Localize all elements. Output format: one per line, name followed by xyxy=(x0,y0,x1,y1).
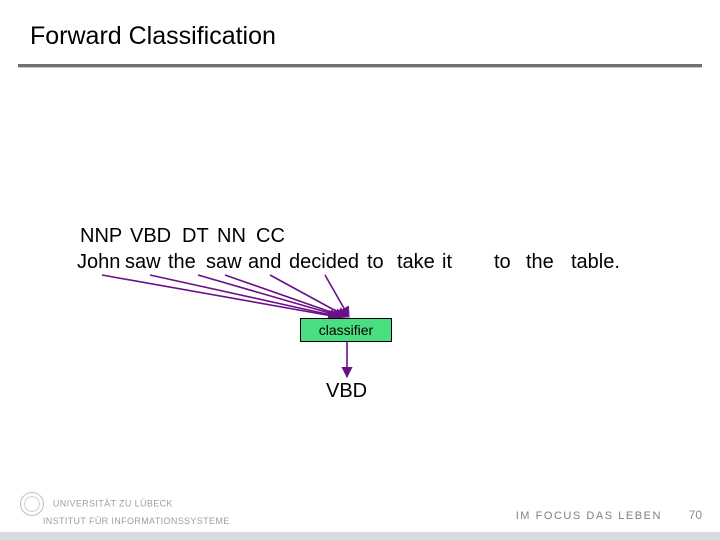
word-the1: the xyxy=(168,251,196,274)
tag-vbd: VBD xyxy=(130,225,171,248)
tag-dt: DT xyxy=(182,225,209,248)
diagram-stage: NNP VBD DT NN CC John saw the saw and de… xyxy=(0,0,720,540)
uni-name: UNIVERSITÄT ZU LÜBECK xyxy=(53,498,173,508)
arrow-in-6 xyxy=(325,275,349,317)
arrow-in-5 xyxy=(270,275,347,317)
word-it: it xyxy=(442,251,452,274)
classifier-box: classifier xyxy=(300,318,392,342)
word-to1: to xyxy=(367,251,384,274)
institute-name: INSTITUT FÜR INFORMATIONSSYSTEME xyxy=(43,516,230,526)
word-saw2: saw xyxy=(206,251,242,274)
arrow-in-1 xyxy=(102,275,338,317)
word-saw1: saw xyxy=(125,251,161,274)
word-to2: to xyxy=(494,251,511,274)
tag-nn: NN xyxy=(217,225,246,248)
tag-cc: CC xyxy=(256,225,285,248)
word-john: John xyxy=(77,251,120,274)
motto: IM FOCUS DAS LEBEN xyxy=(516,510,662,522)
seal-icon xyxy=(20,492,44,516)
word-decided: decided xyxy=(289,251,359,274)
word-the2: the xyxy=(526,251,554,274)
tag-nnp: NNP xyxy=(80,225,122,248)
arrow-in-3 xyxy=(198,275,343,317)
footer-bar xyxy=(0,532,720,540)
word-and: and xyxy=(248,251,281,274)
word-table: table. xyxy=(571,251,620,274)
arrow-in-2 xyxy=(150,275,340,317)
page-number: 70 xyxy=(689,508,702,522)
word-take: take xyxy=(397,251,435,274)
output-tag: VBD xyxy=(326,380,367,403)
university-logo: UNIVERSITÄT ZU LÜBECK INSTITUT FÜR INFOR… xyxy=(20,492,230,526)
arrow-in-4 xyxy=(225,275,345,317)
